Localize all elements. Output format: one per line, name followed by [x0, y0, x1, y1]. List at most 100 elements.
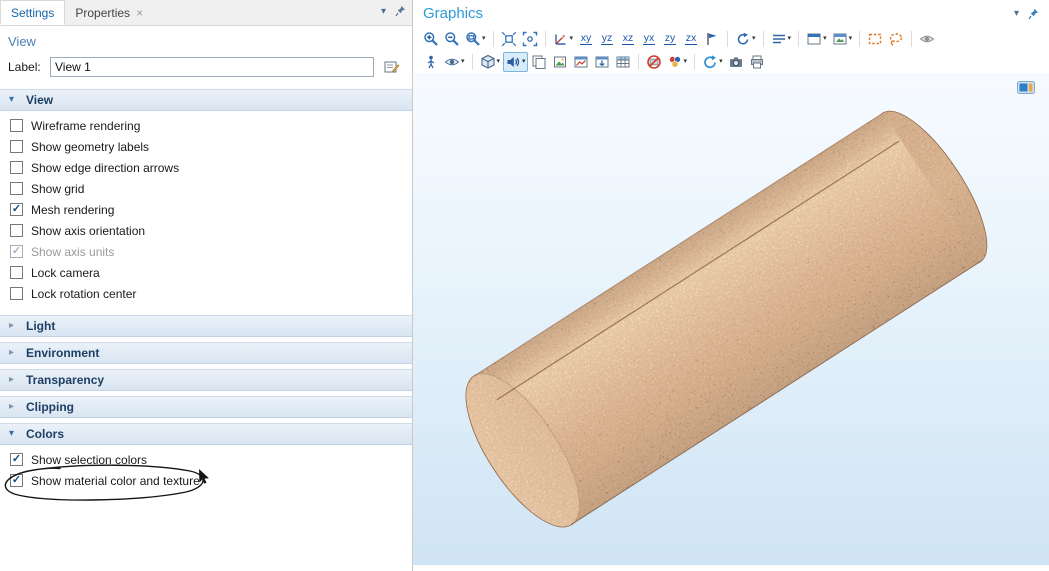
settings-tabbar: Settings Properties × ▾	[0, 0, 412, 26]
checkbox-row-lock-rotation-center[interactable]: Lock rotation center	[0, 283, 412, 304]
print-button[interactable]	[747, 52, 767, 72]
dropdown-arrow-icon[interactable]: ▾	[497, 58, 501, 65]
checkbox-row-mesh-rendering[interactable]: Mesh rendering	[0, 199, 412, 220]
dropdown-arrow-icon[interactable]: ▾	[570, 35, 574, 42]
pin-icon[interactable]	[1028, 8, 1039, 20]
zoom-in-button[interactable]	[421, 29, 441, 49]
go-to-default-view-button[interactable]: ▾	[551, 29, 576, 49]
color-palette-icon	[667, 54, 683, 70]
toolbar-separator	[472, 54, 473, 70]
graphics-toolbar-row2: ▾ ▾ ▾ ▾ ▾	[413, 50, 1049, 73]
view-xz-button[interactable]: xz	[618, 29, 638, 49]
toolbar-separator	[727, 31, 728, 47]
graphics-context-button[interactable]	[1017, 81, 1035, 97]
zoom-out-button[interactable]	[442, 29, 462, 49]
tab-settings[interactable]: Settings	[0, 0, 65, 25]
checkbox-label: Mesh rendering	[31, 203, 114, 217]
graphics-canvas[interactable]	[413, 73, 1049, 565]
no-color-button[interactable]	[644, 52, 664, 72]
rename-button[interactable]	[380, 57, 404, 77]
view-yz-button[interactable]: yz	[597, 29, 617, 49]
update-button[interactable]: ▾	[700, 52, 725, 72]
checkbox[interactable]	[10, 203, 23, 216]
checkbox-row-show-selection-colors[interactable]: Show selection colors	[0, 449, 412, 470]
color-button[interactable]: ▾	[665, 52, 690, 72]
toolbar-separator	[911, 31, 912, 47]
dropdown-arrow-icon[interactable]: ▾	[522, 58, 526, 65]
panel-menu-icon[interactable]: ▾	[1014, 8, 1019, 19]
close-icon[interactable]: ×	[136, 6, 143, 20]
select-box-button[interactable]	[865, 29, 885, 49]
dropdown-arrow-icon[interactable]: ▾	[461, 58, 465, 65]
select-lasso-button[interactable]	[886, 29, 906, 49]
first-person-button[interactable]	[421, 52, 441, 72]
sound-button[interactable]: ▾	[503, 52, 528, 72]
collapse-arrow-icon: ▾	[9, 429, 19, 439]
visibility-button[interactable]: ▾	[442, 52, 467, 72]
dropdown-arrow-icon[interactable]: ▾	[788, 35, 792, 42]
section-header-view[interactable]: ▾ View	[0, 89, 412, 111]
image-snapshot-button[interactable]: ▾	[804, 29, 829, 49]
checkbox[interactable]	[10, 182, 23, 195]
section-header-transparency[interactable]: ▸ Transparency	[0, 369, 412, 391]
copper-cylinder[interactable]	[432, 84, 1019, 555]
go-to-view-button[interactable]	[702, 29, 722, 49]
graphics-toolbar-row1: ▾ ▾ xy yz xz yx zy zx ▾ ▾ ▾ ▾	[413, 27, 1049, 50]
checkbox[interactable]	[10, 140, 23, 153]
checkbox-row-show-geometry-labels[interactable]: Show geometry labels	[0, 136, 412, 157]
zoom-box-button[interactable]: ▾	[463, 29, 488, 49]
dropdown-arrow-icon[interactable]: ▾	[482, 35, 486, 42]
view-yx-button[interactable]: yx	[639, 29, 659, 49]
checkbox	[10, 245, 23, 258]
dropdown-arrow-icon[interactable]: ▾	[752, 35, 756, 42]
label-input[interactable]	[50, 57, 374, 77]
plot-window-button[interactable]	[571, 52, 591, 72]
section-header-clipping[interactable]: ▸ Clipping	[0, 396, 412, 418]
checkbox[interactable]	[10, 287, 23, 300]
section-header-light[interactable]: ▸ Light	[0, 315, 412, 337]
checkbox-row-show-grid[interactable]: Show grid	[0, 178, 412, 199]
checkbox[interactable]	[10, 453, 23, 466]
checkbox-label: Lock rotation center	[31, 287, 136, 301]
tab-properties[interactable]: Properties ×	[65, 0, 153, 25]
zoom-extents-button[interactable]	[499, 29, 519, 49]
transparency-button[interactable]	[917, 29, 937, 49]
checkbox[interactable]	[10, 119, 23, 132]
dropdown-arrow-icon[interactable]: ▾	[823, 35, 827, 42]
pin-icon[interactable]	[395, 5, 406, 17]
checkbox-row-wireframe-rendering[interactable]: Wireframe rendering	[0, 115, 412, 136]
scene-light-button[interactable]: ▾	[769, 29, 794, 49]
panel-menu-icon[interactable]: ▾	[381, 6, 386, 17]
zoom-to-selection-button[interactable]	[520, 29, 540, 49]
environment-button[interactable]: ▾	[478, 52, 503, 72]
checkbox-row-show-edge-direction-arrows[interactable]: Show edge direction arrows	[0, 157, 412, 178]
table-button[interactable]	[613, 52, 633, 72]
copy-image-icon	[552, 54, 568, 70]
collapse-arrow-icon: ▸	[9, 402, 19, 412]
image-snapshot-2-button[interactable]: ▾	[830, 29, 855, 49]
checkbox-row-show-material-color-and-texture[interactable]: Show material color and texture	[0, 470, 412, 491]
copy-plot-button[interactable]	[529, 52, 549, 72]
camera-button[interactable]	[726, 52, 746, 72]
checkbox[interactable]	[10, 224, 23, 237]
section-header-environment[interactable]: ▸ Environment	[0, 342, 412, 364]
view-xy-button[interactable]: xy	[576, 29, 596, 49]
view-zy-button[interactable]: zy	[660, 29, 680, 49]
checkbox[interactable]	[10, 161, 23, 174]
section-header-colors[interactable]: ▾ Colors	[0, 423, 412, 445]
zoom-to-selection-icon	[522, 31, 538, 47]
checkbox-row-show-axis-orientation[interactable]: Show axis orientation	[0, 220, 412, 241]
dropdown-arrow-icon[interactable]: ▾	[719, 58, 723, 65]
collapse-arrow-icon: ▸	[9, 321, 19, 331]
dropdown-arrow-icon[interactable]: ▾	[849, 35, 853, 42]
cylinder-3d-model[interactable]	[413, 73, 1049, 565]
plot-export-button[interactable]	[592, 52, 612, 72]
dropdown-arrow-icon[interactable]: ▾	[684, 58, 688, 65]
rename-icon	[384, 60, 400, 74]
copy-image-button[interactable]	[550, 52, 570, 72]
checkbox-row-lock-camera[interactable]: Lock camera	[0, 262, 412, 283]
rotate-view-button[interactable]: ▾	[733, 29, 758, 49]
checkbox[interactable]	[10, 266, 23, 279]
checkbox[interactable]	[10, 474, 23, 487]
view-zx-button[interactable]: zx	[681, 29, 701, 49]
